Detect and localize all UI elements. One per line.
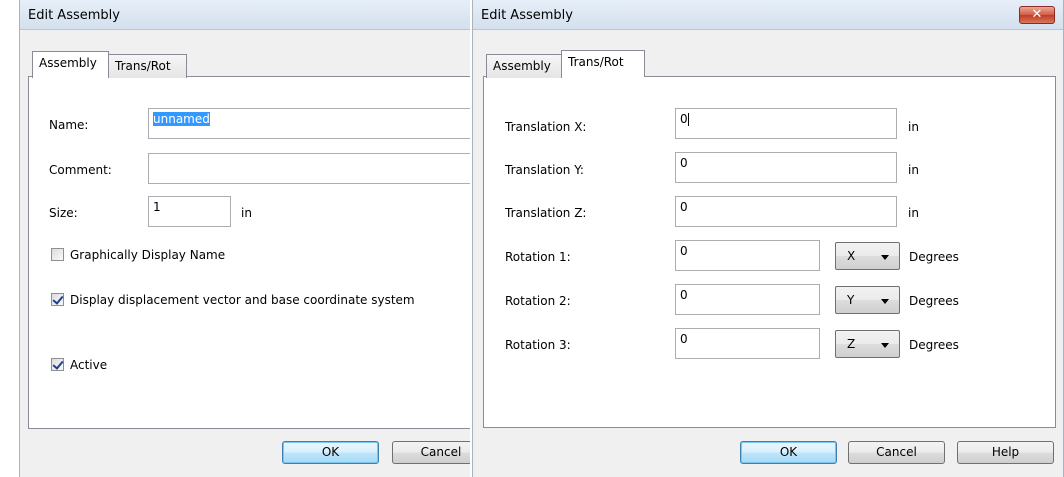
- comment-label: Comment:: [49, 163, 112, 177]
- tab-label: Assembly: [493, 59, 551, 73]
- rotation-3-input[interactable]: 0: [675, 328, 820, 359]
- tab-label: Trans/Rot: [568, 55, 624, 69]
- comment-input[interactable]: [148, 153, 470, 184]
- rotation-2-input[interactable]: 0: [675, 284, 820, 315]
- active-label: Active: [70, 358, 108, 372]
- help-button[interactable]: Help: [957, 441, 1054, 464]
- display-displacement-label: Display displacement vector and base coo…: [70, 293, 415, 307]
- translation-x-input[interactable]: 0: [675, 108, 897, 139]
- cancel-button[interactable]: Cancel: [392, 441, 470, 464]
- active-checkbox[interactable]: [51, 358, 64, 371]
- rotation-2-value: 0: [680, 288, 688, 302]
- translation-x-unit: in: [908, 120, 919, 134]
- title-bar[interactable]: Edit Assembly ✕: [473, 0, 1063, 30]
- tab-trans-rot[interactable]: Trans/Rot: [108, 54, 187, 78]
- tab-label: Assembly: [39, 56, 97, 70]
- dialog-title: Edit Assembly: [28, 8, 120, 23]
- translation-x-label: Translation X:: [505, 120, 587, 134]
- translation-y-value: 0: [680, 156, 688, 170]
- chevron-down-icon: [881, 255, 889, 260]
- rotation-2-unit: Degrees: [909, 294, 959, 308]
- translation-z-label: Translation Z:: [505, 206, 587, 220]
- translation-y-label: Translation Y:: [505, 163, 584, 177]
- edit-assembly-dialog-right: Edit Assembly ✕ Assembly Trans/Rot Trans…: [472, 0, 1064, 477]
- rotation-1-input[interactable]: 0: [675, 240, 820, 271]
- rotation-1-label: Rotation 1:: [505, 250, 571, 264]
- tab-label: Trans/Rot: [115, 59, 171, 73]
- ok-button[interactable]: OK: [282, 441, 379, 464]
- size-unit: in: [241, 206, 252, 220]
- tab-assembly[interactable]: Assembly: [32, 51, 109, 78]
- chevron-down-icon: [881, 299, 889, 304]
- close-button[interactable]: ✕: [1019, 6, 1055, 24]
- rotation-2-axis-select[interactable]: Y: [835, 286, 900, 314]
- size-label: Size:: [49, 206, 78, 220]
- close-icon: ✕: [1031, 7, 1043, 22]
- chevron-down-icon: [881, 343, 889, 348]
- rotation-3-axis-select[interactable]: Z: [835, 330, 900, 358]
- rotation-1-value: 0: [680, 244, 688, 258]
- ok-button[interactable]: OK: [740, 441, 837, 464]
- rotation-3-axis-value: Z: [847, 337, 856, 351]
- size-input[interactable]: 1: [148, 196, 231, 227]
- translation-x-value: 0: [680, 112, 688, 126]
- rotation-3-label: Rotation 3:: [505, 338, 571, 352]
- size-input-value: 1: [153, 200, 161, 214]
- name-label: Name:: [49, 118, 89, 132]
- rotation-2-axis-value: Y: [847, 293, 855, 307]
- cancel-button[interactable]: Cancel: [848, 441, 945, 464]
- translation-y-unit: in: [908, 163, 919, 177]
- graphically-display-name-label: Graphically Display Name: [70, 248, 226, 262]
- rotation-3-unit: Degrees: [909, 338, 959, 352]
- rotation-3-value: 0: [680, 332, 688, 346]
- translation-z-input[interactable]: 0: [675, 196, 897, 227]
- translation-z-unit: in: [908, 206, 919, 220]
- text-caret: [687, 113, 689, 126]
- translation-z-value: 0: [680, 200, 688, 214]
- display-displacement-checkbox[interactable]: [51, 293, 64, 306]
- rotation-2-label: Rotation 2:: [505, 294, 571, 308]
- title-bar[interactable]: Edit Assembly: [20, 0, 470, 30]
- name-input[interactable]: unnamed: [148, 108, 470, 139]
- rotation-1-axis-value: X: [847, 249, 856, 263]
- tab-assembly[interactable]: Assembly: [486, 54, 562, 78]
- rotation-1-unit: Degrees: [909, 250, 959, 264]
- rotation-1-axis-select[interactable]: X: [835, 242, 900, 270]
- name-input-value: unnamed: [153, 112, 210, 126]
- translation-y-input[interactable]: 0: [675, 152, 897, 183]
- edit-assembly-dialog-left: Edit Assembly Assembly Trans/Rot Name: u…: [19, 0, 470, 477]
- graphically-display-name-checkbox[interactable]: [51, 248, 64, 261]
- tab-trans-rot[interactable]: Trans/Rot: [561, 50, 645, 77]
- dialog-title: Edit Assembly: [481, 8, 573, 23]
